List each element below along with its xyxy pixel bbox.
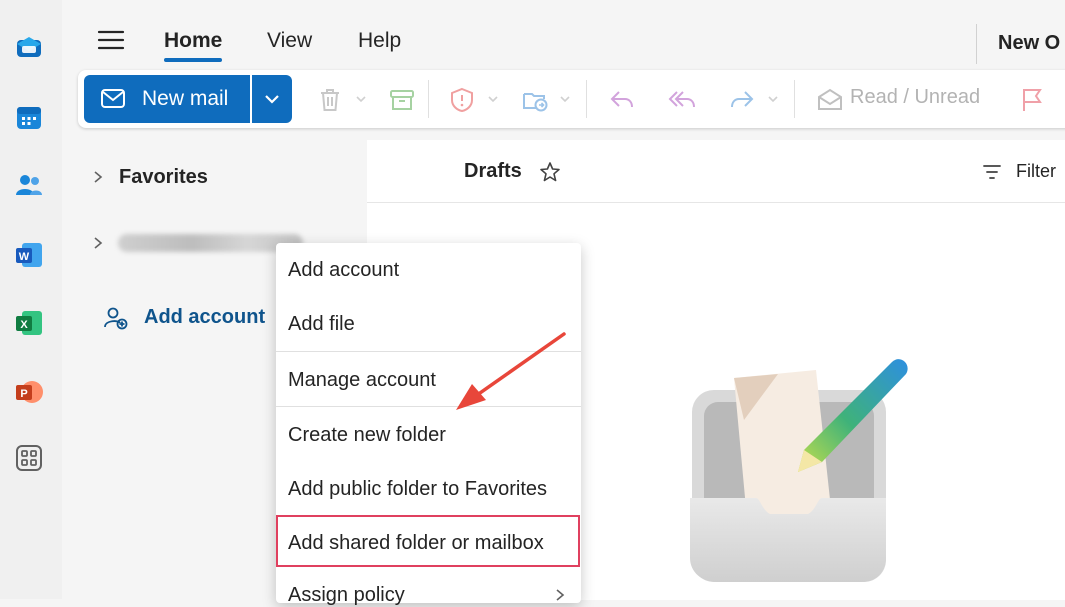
add-person-icon: [104, 307, 128, 330]
move-to-icon[interactable]: [521, 86, 549, 114]
reply-icon[interactable]: [608, 86, 636, 114]
report-chevron-icon[interactable]: [487, 93, 499, 105]
app-rail: W X P: [0, 0, 62, 599]
menu-item-create-new-folder[interactable]: Create new folder: [288, 424, 446, 447]
mail-icon[interactable]: [14, 32, 44, 62]
tab-view[interactable]: View: [267, 29, 312, 53]
archive-icon[interactable]: [388, 86, 416, 114]
delete-chevron-icon[interactable]: [355, 93, 367, 105]
folder-title: Drafts: [464, 160, 522, 182]
new-mail-button[interactable]: New mail: [84, 75, 250, 123]
add-account-link[interactable]: Add account: [144, 306, 265, 329]
report-icon[interactable]: [448, 86, 476, 114]
calendar-icon[interactable]: [14, 103, 44, 133]
move-chevron-icon[interactable]: [559, 93, 571, 105]
envelope-icon[interactable]: [816, 86, 844, 114]
ribbon-separator: [794, 80, 795, 118]
empty-drafts-illustration: [690, 359, 908, 582]
hamburger-icon[interactable]: [96, 28, 126, 52]
reply-all-icon[interactable]: [668, 86, 696, 114]
tab-help[interactable]: Help: [358, 29, 401, 53]
new-mail-label: New mail: [142, 87, 229, 110]
ribbon-separator: [428, 80, 429, 118]
delete-icon[interactable]: [316, 86, 344, 114]
powerpoint-icon[interactable]: P: [14, 377, 44, 407]
top-divider: [976, 24, 977, 64]
people-icon[interactable]: [14, 170, 44, 200]
annotation-arrow: [456, 332, 566, 410]
svg-text:W: W: [19, 251, 30, 263]
excel-icon[interactable]: X: [14, 308, 44, 338]
forward-chevron-icon[interactable]: [767, 93, 779, 105]
chevron-down-icon: [265, 95, 279, 104]
read-unread-button[interactable]: Read / Unread: [850, 86, 980, 109]
menu-item-assign-policy[interactable]: Assign policy: [288, 584, 405, 607]
menu-item-add-public-folder[interactable]: Add public folder to Favorites: [288, 478, 547, 501]
tab-home-underline: [164, 58, 222, 62]
favorites-label[interactable]: Favorites: [119, 166, 208, 189]
new-mail-dropdown-button[interactable]: [252, 75, 292, 123]
chevron-right-icon[interactable]: [91, 236, 105, 250]
filter-button[interactable]: Filter: [1016, 161, 1056, 182]
new-outlook-toggle[interactable]: New O: [998, 32, 1060, 55]
svg-text:P: P: [20, 388, 27, 400]
apps-icon[interactable]: [14, 443, 44, 473]
forward-icon[interactable]: [728, 86, 756, 114]
filter-icon: [983, 165, 1001, 179]
word-icon[interactable]: W: [14, 240, 44, 270]
tab-home[interactable]: Home: [164, 29, 222, 53]
ribbon-separator: [586, 80, 587, 118]
chevron-right-icon[interactable]: [91, 170, 105, 184]
star-icon[interactable]: [538, 160, 562, 184]
menu-item-manage-account[interactable]: Manage account: [288, 369, 436, 392]
chevron-right-icon: [556, 589, 565, 601]
highlight-box: [276, 515, 580, 567]
menu-item-add-account[interactable]: Add account: [288, 259, 399, 282]
mail-compose-icon: [101, 89, 125, 108]
svg-text:X: X: [20, 319, 28, 331]
menu-item-add-file[interactable]: Add file: [288, 313, 355, 336]
flag-icon[interactable]: [1018, 86, 1046, 114]
